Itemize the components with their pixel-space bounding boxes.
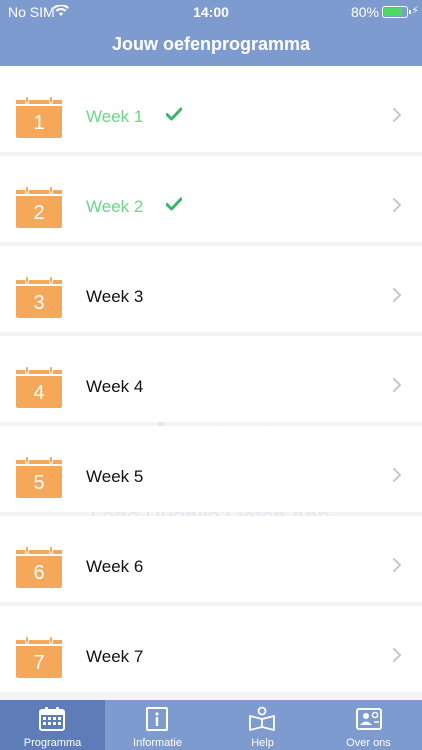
week-number: 3: [33, 292, 45, 314]
calendar-header-line: [16, 370, 62, 376]
week-row[interactable]: 7 Week 7: [0, 606, 422, 692]
week-label: Week 2: [86, 197, 144, 216]
week-number: 5: [33, 472, 45, 494]
calendar-icon: [38, 706, 66, 732]
week-label: Week 3: [86, 287, 144, 306]
tab-informatie[interactable]: Informatie: [105, 700, 210, 750]
week-number: 6: [33, 562, 45, 584]
calendar-ring: [25, 366, 29, 374]
chevron-right-icon: [392, 378, 402, 392]
calendar-ring: [25, 276, 29, 284]
calendar-icon: 3: [16, 276, 62, 318]
week-label: Week 6: [86, 557, 144, 576]
calendar-ring: [49, 186, 53, 194]
header: No SIM 14:00 80% ⚡ Jouw oefenprogramma: [0, 0, 422, 66]
calendar-header-line: [16, 100, 62, 106]
week-label: Week 5: [86, 467, 144, 486]
week-number: 1: [33, 112, 45, 134]
calendar-ring: [49, 546, 53, 554]
contact-card-icon: [355, 706, 383, 732]
tab-label: Informatie: [133, 737, 182, 749]
calendar-ring: [49, 636, 53, 644]
week-row[interactable]: 3 Week 3: [0, 246, 422, 332]
tab-over-ons[interactable]: Over ons: [315, 700, 422, 750]
chevron-right-icon: [392, 558, 402, 572]
week-row[interactable]: 5 Week 5: [0, 426, 422, 512]
calendar-icon: 5: [16, 456, 62, 498]
help-book-icon: [248, 706, 276, 732]
checkmark-icon: [165, 197, 183, 211]
battery-percent: 80%: [350, 4, 379, 20]
calendar-icon: 1: [16, 96, 62, 138]
status-bar: No SIM 14:00 80% ⚡: [0, 0, 422, 24]
calendar-ring: [25, 636, 29, 644]
calendar-ring: [25, 96, 29, 104]
page-title: Jouw oefenprogramma: [111, 34, 311, 54]
chevron-right-icon: [392, 468, 402, 482]
chevron-right-icon: [392, 648, 402, 662]
chevron-right-icon: [392, 288, 402, 302]
calendar-ring: [25, 546, 29, 554]
checkmark-icon: [165, 107, 183, 121]
week-list: audio fysio .nl Lage Rugpijn Oefen App 1…: [0, 66, 422, 700]
week-number: 7: [33, 652, 45, 674]
calendar-icon: 4: [16, 366, 62, 408]
calendar-ring: [25, 456, 29, 464]
calendar-icon: 6: [16, 546, 62, 588]
week-row[interactable]: 1 Week 1: [0, 66, 422, 152]
battery-fill: [384, 8, 402, 16]
calendar-header-line: [16, 550, 62, 556]
battery-icon: [382, 6, 411, 18]
calendar-header-line: [16, 460, 62, 466]
tab-label: Over ons: [346, 737, 391, 749]
tab-help[interactable]: Help: [210, 700, 315, 750]
calendar-ring: [49, 366, 53, 374]
calendar-ring: [25, 186, 29, 194]
week-label: Week 1: [86, 107, 144, 126]
calendar-header-line: [16, 640, 62, 646]
week-label: Week 4: [86, 377, 144, 396]
calendar-ring: [49, 96, 53, 104]
week-label: Week 7: [86, 647, 144, 666]
tab-programma[interactable]: Programma: [0, 700, 105, 750]
calendar-ring: [49, 456, 53, 464]
week-number: 4: [33, 382, 45, 404]
tab-label: Help: [251, 737, 274, 749]
info-book-icon: [143, 706, 171, 732]
calendar-header-line: [16, 280, 62, 286]
chevron-right-icon: [392, 108, 402, 122]
tab-label: Programma: [23, 737, 82, 749]
calendar-icon: 7: [16, 636, 62, 678]
calendar-header-line: [16, 190, 62, 196]
week-row[interactable]: 2 Week 2: [0, 156, 422, 242]
week-row[interactable]: 4 Week 4: [0, 336, 422, 422]
bolt-icon: ⚡: [411, 5, 419, 17]
week-number: 2: [33, 202, 45, 224]
calendar-icon: 2: [16, 186, 62, 228]
calendar-ring: [49, 276, 53, 284]
week-row[interactable]: 6 Week 6: [0, 516, 422, 602]
chevron-right-icon: [392, 198, 402, 212]
tab-bar: Programma Informatie Help Over ons: [0, 700, 422, 750]
